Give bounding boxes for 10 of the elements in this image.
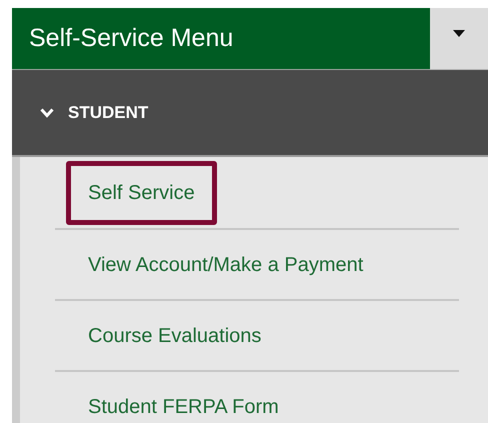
menu-link[interactable]: Self Service — [66, 160, 217, 224]
caret-icon — [453, 30, 465, 37]
dropdown-button[interactable] — [430, 8, 488, 70]
chevron-icon — [40, 108, 54, 118]
menu-link[interactable]: Course Evaluations — [88, 320, 262, 350]
menu-link[interactable]: Student FERPA Form — [88, 392, 279, 422]
section-label: STUDENT — [68, 102, 148, 124]
menu-title: Self-Service Menu — [29, 22, 234, 54]
section-header[interactable]: STUDENT — [12, 70, 488, 157]
menu-link[interactable]: View Account/Make a Payment — [88, 250, 364, 280]
